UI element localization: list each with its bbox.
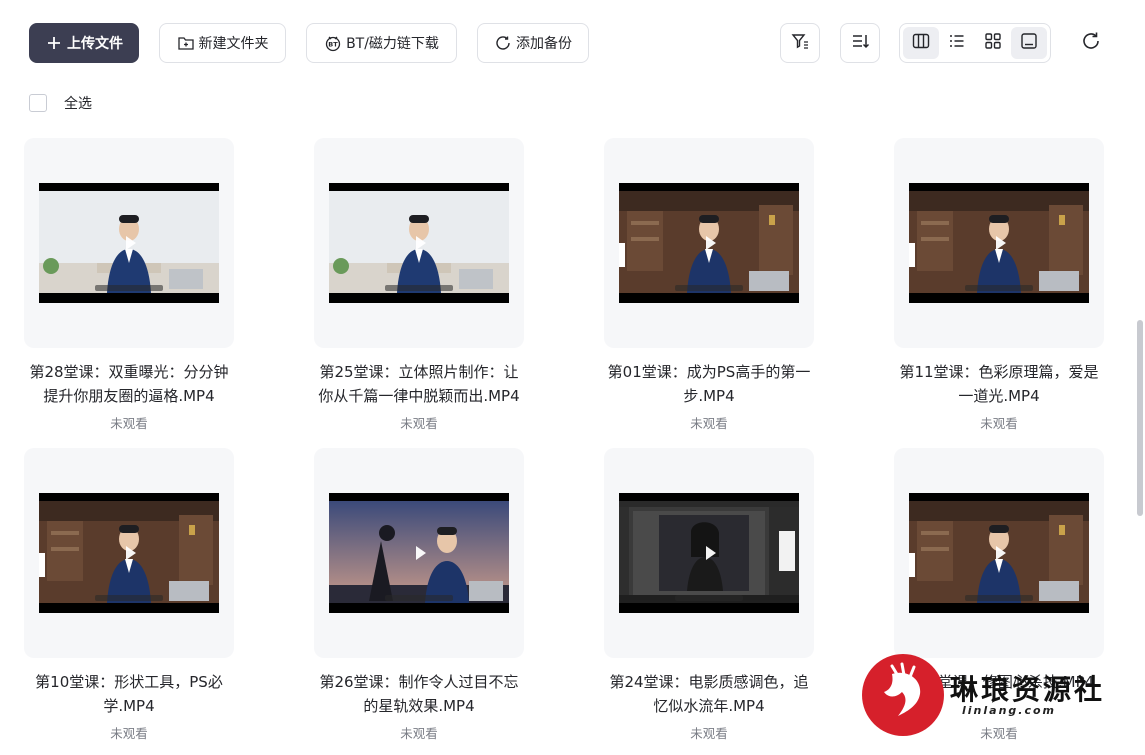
file-thumbnail[interactable]	[24, 448, 234, 658]
watch-status: 未观看	[400, 726, 438, 741]
bt-download-label: BT/磁力链下载	[346, 36, 439, 52]
video-preview	[39, 183, 219, 303]
file-card[interactable]: 第10堂课：形状工具，PS必学.MP4 未观看	[24, 448, 234, 742]
columns-icon	[911, 31, 931, 55]
file-card[interactable]: 第28堂课：双重曝光：分分钟提升你朋友圈的逼格.MP4 未观看	[24, 138, 234, 432]
file-thumbnail[interactable]	[314, 448, 524, 658]
subtitle-bar	[965, 285, 1033, 291]
video-preview	[909, 493, 1089, 613]
select-all-label[interactable]: 全选	[64, 93, 92, 113]
file-card[interactable]: 第01堂课：成为PS高手的第一步.MP4 未观看	[604, 138, 814, 432]
subtitle-bar	[965, 595, 1033, 601]
watch-status: 未观看	[110, 416, 148, 431]
watch-status: 未观看	[110, 726, 148, 741]
thumbnail-icon	[1019, 31, 1039, 55]
subtitle-bar	[385, 595, 453, 601]
play-icon	[126, 546, 136, 560]
view-columns-button[interactable]	[903, 27, 939, 59]
file-card[interactable]: 第25堂课：立体照片制作：让你从千篇一律中脱颖而出.MP4 未观看	[314, 138, 524, 432]
video-preview	[329, 493, 509, 613]
watch-status: 未观看	[980, 416, 1018, 431]
file-thumbnail[interactable]	[314, 138, 524, 348]
filter-button[interactable]	[780, 23, 820, 63]
play-icon	[416, 546, 426, 560]
file-title[interactable]: 第26堂课：制作令人过目不忘的星轨效果.MP4	[314, 670, 524, 718]
file-title[interactable]: 第28堂课：双重曝光：分分钟提升你朋友圈的逼格.MP4	[24, 360, 234, 408]
play-icon	[706, 236, 716, 250]
file-thumbnail[interactable]	[894, 448, 1104, 658]
file-thumbnail[interactable]	[24, 138, 234, 348]
toolbar: 上传文件 新建文件夹 BT BT/磁力链下载 添加备份	[0, 0, 1145, 86]
video-preview	[619, 183, 799, 303]
sort-button[interactable]	[840, 23, 880, 63]
file-title[interactable]: 第11堂课：色彩原理篇，爱是一道光.MP4	[894, 360, 1104, 408]
play-icon	[416, 236, 426, 250]
watch-status: 未观看	[400, 416, 438, 431]
new-folder-button[interactable]: 新建文件夹	[159, 23, 286, 63]
folder-plus-icon	[177, 34, 195, 52]
upload-button[interactable]: 上传文件	[29, 23, 139, 63]
subtitle-bar	[675, 285, 743, 291]
view-mode-group	[899, 23, 1051, 63]
play-icon	[996, 546, 1006, 560]
refresh-button[interactable]	[1076, 28, 1106, 58]
bt-icon: BT	[324, 34, 342, 52]
view-list-button[interactable]	[939, 27, 975, 59]
video-preview	[619, 493, 799, 613]
add-backup-button[interactable]: 添加备份	[477, 23, 589, 63]
watch-status: 未观看	[690, 416, 728, 431]
file-thumbnail[interactable]	[894, 138, 1104, 348]
subtitle-bar	[95, 285, 163, 291]
view-grid-button[interactable]	[975, 27, 1011, 59]
play-icon	[126, 236, 136, 250]
video-preview	[909, 183, 1089, 303]
plus-icon	[45, 34, 63, 52]
video-preview	[329, 183, 509, 303]
file-title[interactable]: 第25堂课：立体照片制作：让你从千篇一律中脱颖而出.MP4	[314, 360, 524, 408]
watermark: 琳琅资源社 linlang.com	[862, 654, 1132, 738]
file-title[interactable]: 第10堂课：形状工具，PS必学.MP4	[24, 670, 234, 718]
file-card[interactable]: 第24堂课：电影质感调色，追忆似水流年.MP4 未观看	[604, 448, 814, 742]
file-thumbnail[interactable]	[604, 448, 814, 658]
file-title[interactable]: 第01堂课：成为PS高手的第一步.MP4	[604, 360, 814, 408]
watch-status: 未观看	[690, 726, 728, 741]
svg-text:BT: BT	[328, 41, 338, 49]
file-card[interactable]: 第26堂课：制作令人过目不忘的星轨效果.MP4 未观看	[314, 448, 524, 742]
vertical-scrollbar[interactable]	[1137, 320, 1143, 516]
view-thumbnail-button[interactable]	[1011, 27, 1047, 59]
new-folder-label: 新建文件夹	[198, 36, 269, 52]
grid-icon	[983, 31, 1003, 55]
add-backup-label: 添加备份	[516, 36, 572, 52]
file-card[interactable]: 第11堂课：色彩原理篇，爱是一道光.MP4 未观看	[894, 138, 1104, 432]
play-icon	[996, 236, 1006, 250]
video-preview	[39, 493, 219, 613]
sort-icon	[850, 31, 870, 55]
watermark-logo	[862, 654, 944, 736]
select-all-checkbox[interactable]	[29, 94, 47, 112]
backup-sync-icon	[494, 34, 512, 52]
file-title[interactable]: 第24堂课：电影质感调色，追忆似水流年.MP4	[604, 670, 814, 718]
list-icon	[947, 31, 967, 55]
select-all-row: 全选	[29, 93, 92, 113]
subtitle-bar	[95, 595, 163, 601]
refresh-icon	[1080, 30, 1102, 56]
subtitle-bar	[675, 595, 743, 601]
watermark-sub: linlang.com	[962, 704, 1056, 717]
filter-icon	[790, 31, 810, 55]
play-icon	[706, 546, 716, 560]
file-thumbnail[interactable]	[604, 138, 814, 348]
watermark-text: 琳琅资源社	[950, 673, 1106, 706]
bt-download-button[interactable]: BT BT/磁力链下载	[306, 23, 457, 63]
upload-label: 上传文件	[67, 36, 123, 52]
subtitle-bar	[385, 285, 453, 291]
